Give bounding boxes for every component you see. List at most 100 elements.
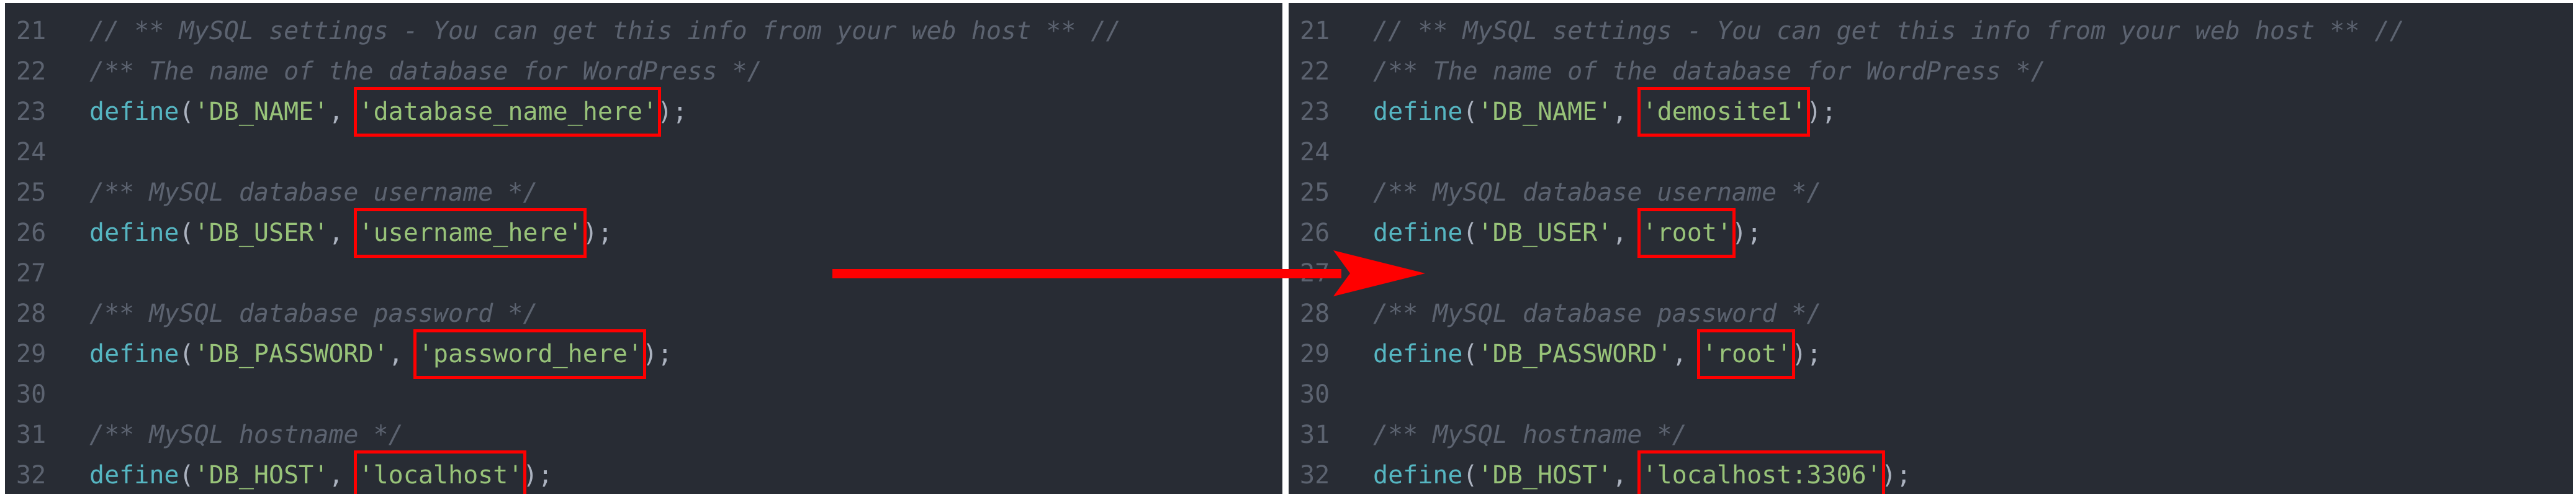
line-content: define('DB_USER', 'root');	[1373, 213, 1762, 253]
line-number: 29	[16, 340, 47, 368]
line-number: 30	[1300, 380, 1330, 409]
code-line: 26 define('DB_USER', 'username_here');	[5, 213, 1282, 253]
comment: /** The name of the database for WordPre…	[89, 57, 762, 86]
line-content: // ** MySQL settings - You can get this …	[89, 11, 1121, 52]
highlighted-value: 'localhost'	[358, 461, 523, 490]
line-number: 25	[1300, 178, 1330, 207]
line-number: 32	[16, 461, 47, 490]
line-content: /** MySQL database username */	[1373, 173, 1821, 213]
code-line: 28 /** MySQL database password */	[1289, 294, 2573, 334]
highlighted-value: 'demosite1'	[1642, 98, 1807, 126]
comment: /** MySQL database username */	[1373, 178, 1822, 207]
line-content: define('DB_HOST', 'localhost');	[89, 455, 553, 494]
code-line: 27	[1289, 253, 2573, 294]
line-number: 23	[1300, 98, 1330, 126]
highlighted-value: 'password_here'	[418, 340, 643, 368]
line-number: 31	[16, 421, 47, 449]
line-content: // ** MySQL settings - You can get this …	[1373, 11, 2405, 52]
constant-name: 'DB_USER'	[194, 219, 329, 247]
constant-name: 'DB_PASSWORD'	[1477, 340, 1672, 368]
line-number: 28	[1300, 299, 1330, 328]
line-content: define('DB_HOST', 'localhost:3306');	[1373, 455, 1911, 494]
code-line: 27	[5, 253, 1282, 294]
open-paren: (	[1462, 98, 1478, 126]
line-number: 25	[16, 178, 47, 207]
code-line: 21 // ** MySQL settings - You can get thi…	[1289, 11, 2573, 52]
line-content: define('DB_NAME', 'demosite1');	[1373, 92, 1837, 132]
open-paren: (	[1462, 461, 1478, 490]
open-paren: (	[179, 219, 194, 247]
open-paren: (	[1462, 340, 1478, 368]
line-content: /** MySQL hostname */	[89, 415, 403, 455]
code-lines: 21 // ** MySQL settings - You can get thi…	[1289, 11, 2573, 494]
highlighted-value: 'root'	[1642, 219, 1732, 247]
define-keyword: define	[89, 98, 179, 126]
comment: /** MySQL database password */	[1373, 299, 1822, 328]
constant-name: 'DB_NAME'	[194, 98, 329, 126]
line-content: define('DB_USER', 'username_here');	[89, 213, 613, 253]
code-line: 23 define('DB_NAME', 'database_name_here'…	[5, 92, 1282, 132]
constant-name: 'DB_NAME'	[1477, 98, 1613, 126]
code-line: 28 /** MySQL database password */	[5, 294, 1282, 334]
line-number: 21	[16, 17, 47, 45]
line-number: 22	[1300, 57, 1330, 86]
line-number: 32	[1300, 461, 1330, 490]
line-number: 21	[1300, 17, 1330, 45]
close-paren: );	[657, 98, 688, 126]
after-code-panel: 21 // ** MySQL settings - You can get thi…	[1289, 3, 2573, 494]
define-keyword: define	[89, 219, 179, 247]
close-paren: );	[582, 219, 613, 247]
highlighted-value: 'localhost:3306'	[1642, 461, 1881, 490]
code-line: 25 /** MySQL database username */	[1289, 173, 2573, 213]
line-number: 27	[16, 259, 47, 288]
line-number: 28	[16, 299, 47, 328]
line-number: 31	[1300, 421, 1330, 449]
define-keyword: define	[1373, 340, 1463, 368]
constant-name: 'DB_HOST'	[1477, 461, 1613, 490]
close-paren: );	[642, 340, 673, 368]
line-number: 26	[16, 219, 47, 247]
line-number: 22	[16, 57, 47, 86]
line-content: /** MySQL database password */	[89, 294, 538, 334]
comment: // ** MySQL settings - You can get this …	[1373, 17, 2405, 45]
highlighted-value: 'database_name_here'	[358, 98, 658, 126]
line-number: 24	[16, 138, 47, 166]
close-paren: );	[1806, 98, 1837, 126]
code-line: 22 /** The name of the database for WordP…	[1289, 52, 2573, 92]
code-lines: 21 // ** MySQL settings - You can get thi…	[5, 11, 1282, 494]
line-content: define('DB_PASSWORD', 'root');	[1373, 334, 1822, 375]
line-content: define('DB_NAME', 'database_name_here');	[89, 92, 687, 132]
open-paren: (	[179, 461, 194, 490]
define-keyword: define	[1373, 98, 1463, 126]
define-keyword: define	[1373, 461, 1463, 490]
code-line: 23 define('DB_NAME', 'demosite1');	[1289, 92, 2573, 132]
line-content: /** The name of the database for WordPre…	[1373, 52, 2046, 92]
line-number: 30	[16, 380, 47, 409]
code-line: 32 define('DB_HOST', 'localhost:3306');	[1289, 455, 2573, 494]
close-paren: );	[1791, 340, 1822, 368]
code-line: 24	[1289, 132, 2573, 173]
define-keyword: define	[1373, 219, 1463, 247]
comment: /** MySQL database username */	[89, 178, 538, 207]
constant-name: 'DB_PASSWORD'	[194, 340, 389, 368]
code-line: 24	[5, 132, 1282, 173]
close-paren: );	[523, 461, 553, 490]
line-content: /** MySQL database username */	[89, 173, 538, 213]
before-code-panel: 21 // ** MySQL settings - You can get thi…	[5, 3, 1282, 494]
code-line: 31 /** MySQL hostname */	[1289, 415, 2573, 455]
line-content: /** MySQL hostname */	[1373, 415, 1687, 455]
code-line: 32 define('DB_HOST', 'localhost');	[5, 455, 1282, 494]
comment: /** MySQL hostname */	[1373, 421, 1687, 449]
code-line: 26 define('DB_USER', 'root');	[1289, 213, 2573, 253]
comment: /** MySQL hostname */	[89, 421, 403, 449]
line-content: /** The name of the database for WordPre…	[89, 52, 762, 92]
code-line: 22 /** The name of the database for WordP…	[5, 52, 1282, 92]
comment: /** The name of the database for WordPre…	[1373, 57, 2046, 86]
open-paren: (	[179, 340, 194, 368]
close-paren: );	[1732, 219, 1762, 247]
open-paren: (	[1462, 219, 1478, 247]
highlighted-value: 'username_here'	[358, 219, 583, 247]
line-content: define('DB_PASSWORD', 'password_here');	[89, 334, 672, 375]
define-keyword: define	[89, 461, 179, 490]
define-keyword: define	[89, 340, 179, 368]
